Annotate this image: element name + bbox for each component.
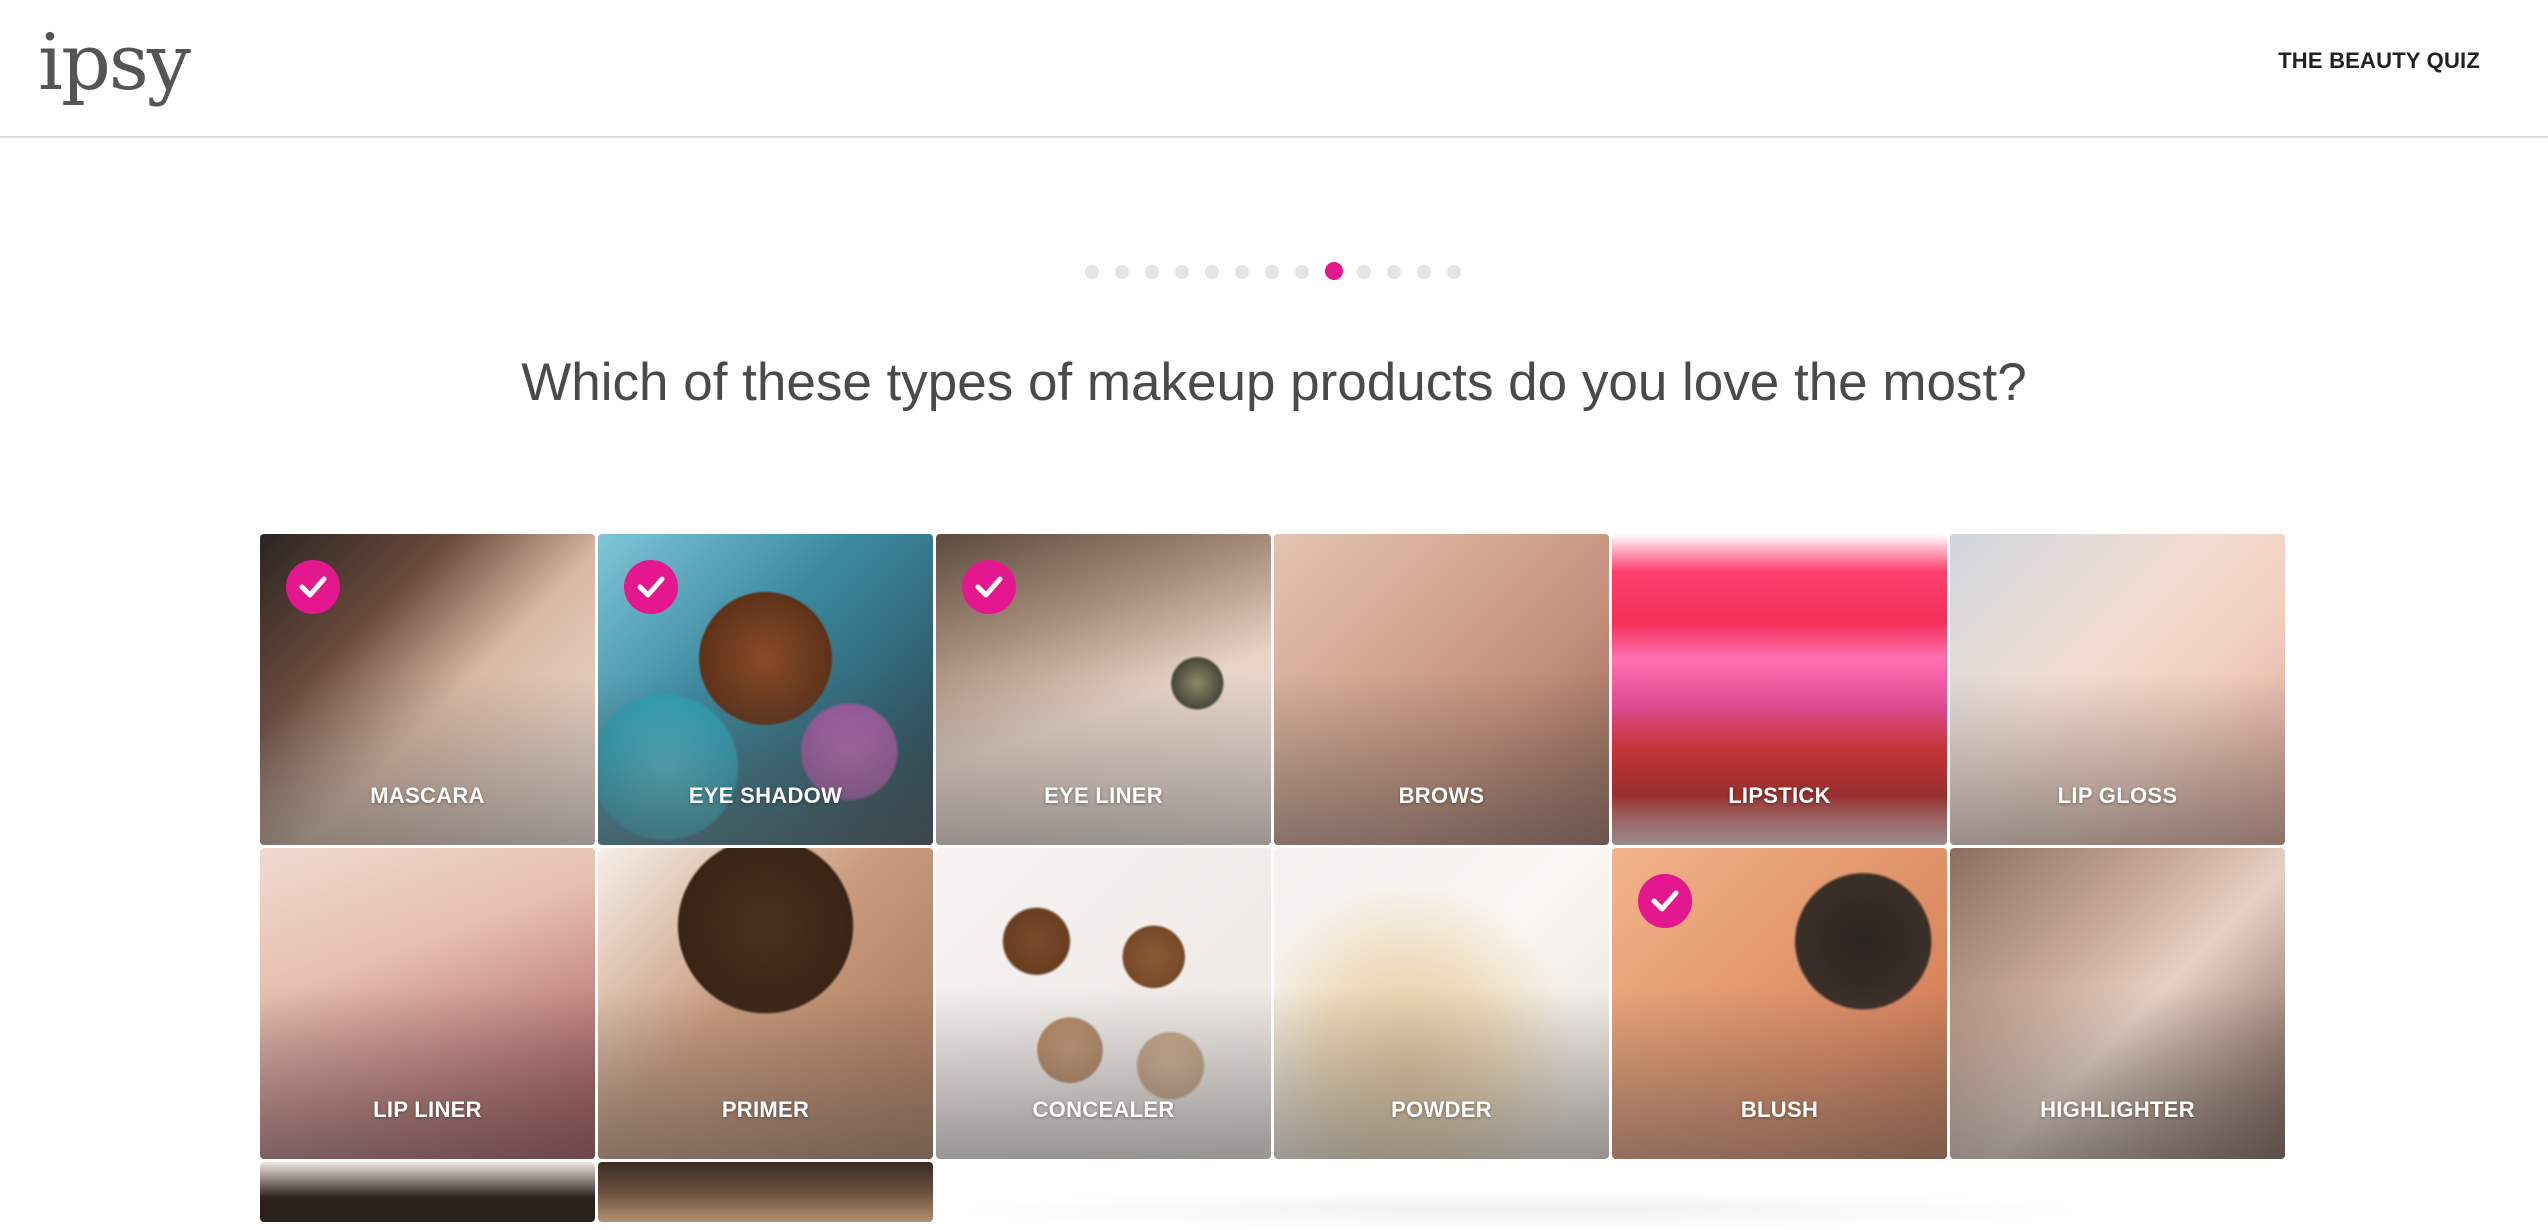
option-tile-concealer[interactable]: CONCEALER [936, 848, 1271, 1159]
progress-dot [1417, 265, 1431, 279]
option-label: LIP LINER [373, 1097, 482, 1122]
progress-dot [1357, 265, 1371, 279]
progress-dot [1175, 265, 1189, 279]
check-icon [1638, 874, 1692, 928]
beauty-quiz-link[interactable]: THE BEAUTY QUIZ [2278, 48, 2480, 74]
quiz-question: Which of these types of makeup products … [521, 353, 2027, 412]
option-tile-lipstick[interactable]: LIPSTICK [1612, 534, 1947, 845]
option-tile-eye-liner[interactable]: EYE LINER [936, 534, 1271, 845]
option-label: BLUSH [1740, 1097, 1819, 1122]
check-icon [624, 560, 678, 614]
progress-dot [1085, 265, 1099, 279]
option-tile-mascara[interactable]: MASCARA [260, 534, 595, 845]
option-tile-eye-shadow[interactable]: EYE SHADOW [598, 534, 933, 845]
option-tile-blush[interactable]: BLUSH [1612, 848, 1947, 1159]
option-label: BROWS [1398, 783, 1485, 808]
option-label: LIPSTICK [1728, 783, 1831, 808]
option-label: MASCARA [370, 783, 485, 808]
option-label: EYE LINER [1044, 783, 1163, 808]
option-label: EYE SHADOW [688, 783, 843, 808]
option-tile-lip-gloss[interactable]: LIP GLOSS [1950, 534, 2285, 845]
option-tile-brows[interactable]: BROWS [1274, 534, 1609, 845]
progress-dot [1265, 265, 1279, 279]
check-icon [286, 560, 340, 614]
option-label: CONCEALER [1032, 1097, 1175, 1122]
option-tile-powder[interactable]: POWDER [1274, 848, 1609, 1159]
option-tile-partial[interactable] [260, 1162, 595, 1222]
top-header: ipsy THE BEAUTY QUIZ [0, 0, 2548, 138]
progress-dot-current [1325, 262, 1343, 280]
progress-dot [1235, 265, 1249, 279]
progress-dot [1205, 265, 1219, 279]
progress-dot [1447, 265, 1461, 279]
option-tile-lip-liner[interactable]: LIP LINER [260, 848, 595, 1159]
option-tile-primer[interactable]: PRIMER [598, 848, 933, 1159]
progress-dot [1115, 265, 1129, 279]
progress-dots [1085, 262, 1465, 280]
product-options-grid: MASCARA EYE SHADOW EYE LINER BROWS LIPST… [260, 534, 2290, 1222]
option-tile-highlighter[interactable]: HIGHLIGHTER [1950, 848, 2285, 1159]
option-label: POWDER [1391, 1097, 1492, 1122]
progress-dot [1145, 265, 1159, 279]
bottom-shadow [940, 1190, 2100, 1230]
progress-dot [1387, 265, 1401, 279]
option-tile-partial[interactable] [598, 1162, 933, 1222]
option-label: PRIMER [721, 1097, 810, 1122]
option-label: LIP GLOSS [2057, 783, 2178, 808]
progress-dot [1295, 265, 1309, 279]
check-icon [962, 560, 1016, 614]
ipsy-logo[interactable]: ipsy [38, 18, 191, 108]
option-label: HIGHLIGHTER [2040, 1097, 2195, 1122]
